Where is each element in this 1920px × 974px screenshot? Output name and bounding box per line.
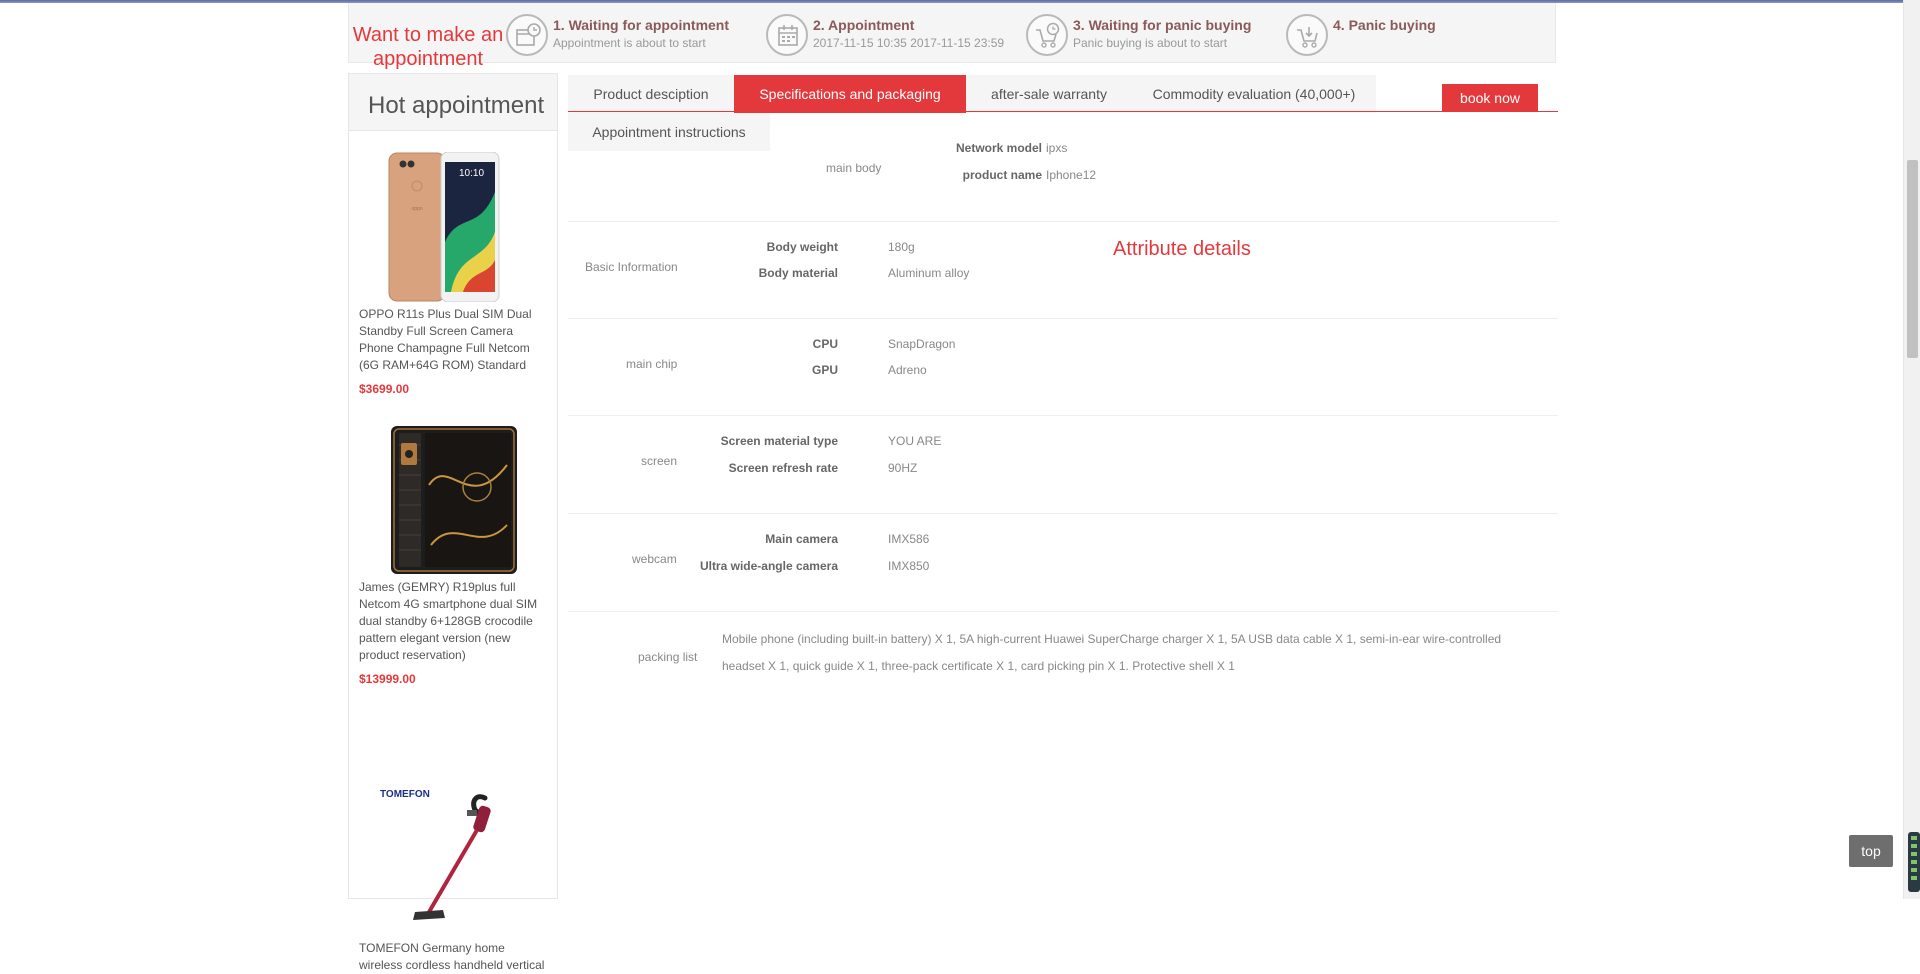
attr-group-main-body: main body Network model ipxs product nam…: [568, 116, 1558, 222]
svg-text:oppo: oppo: [411, 206, 422, 212]
product-price: $13999.00: [359, 672, 416, 686]
attr-value: IMX850: [888, 559, 930, 573]
attr-key: Ultra wide-angle camera: [699, 559, 838, 573]
attr-group-name: main body: [826, 161, 882, 175]
product-name[interactable]: James (GEMRY) R19plus full Netcom 4G sma…: [359, 579, 549, 664]
product-image[interactable]: TOMEFON: [359, 786, 549, 936]
tab-underline: [568, 111, 1558, 112]
attr-group-name: webcam: [632, 552, 677, 566]
sidebar-header: Hot appointment: [349, 73, 557, 131]
svg-text:10:10: 10:10: [459, 168, 484, 179]
step-title: 1. Waiting for appointment: [553, 17, 730, 33]
attr-group-basic-information: Basic Information Body weight 180g Body …: [568, 222, 1558, 319]
attr-group-webcam: webcam Main camera IMX586 Ultra wide-ang…: [568, 514, 1558, 612]
appointment-progress-bar: Want to make an appointment 1. Waiting f…: [348, 3, 1556, 70]
attr-group-main-chip: main chip CPU SnapDragon GPU Adreno: [568, 319, 1558, 416]
attr-group-screen: screen Screen material type YOU ARE Scre…: [568, 416, 1558, 514]
back-to-top-button[interactable]: top: [1849, 835, 1893, 867]
sidebar-title: Hot appointment: [368, 92, 545, 119]
cart-download-icon: [1286, 14, 1328, 56]
step-desc: 2017-11-15 10:35 2017-11-15 23:59: [813, 36, 1005, 50]
tab-specifications-packaging[interactable]: Specifications and packaging: [734, 75, 966, 113]
appointment-title: Want to make an appointment: [352, 24, 504, 70]
packing-list-text: Mobile phone (including built-in battery…: [722, 632, 1502, 673]
scrollbar-thumb[interactable]: [1907, 160, 1918, 358]
attr-key: Screen material type: [720, 434, 838, 448]
hot-appointment-sidebar: Hot appointment oppo 10:10 OPPO R11s Plu…: [348, 73, 558, 972]
attr-key: Screen refresh rate: [728, 461, 838, 475]
packing-list-label: packing list: [638, 650, 698, 664]
tab-commodity-evaluation[interactable]: Commodity evaluation (40,000+): [1132, 75, 1376, 113]
attr-key: CPU: [812, 337, 838, 351]
product-price: $3699.00: [359, 382, 410, 396]
step-title: 4. Panic buying: [1333, 17, 1436, 33]
attr-key: GPU: [811, 363, 838, 377]
attr-key: Main camera: [765, 532, 838, 546]
attr-value: ipxs: [1046, 141, 1068, 155]
step-desc: Panic buying is about to start: [1073, 36, 1228, 50]
calendar-icon: [766, 14, 808, 56]
product-card[interactable]: James (GEMRY) R19plus full Netcom 4G sma…: [359, 425, 549, 686]
page-scrollbar[interactable]: [1903, 0, 1920, 899]
attr-value: Aluminum alloy: [888, 266, 970, 280]
attr-value: SnapDragon: [888, 337, 956, 351]
attr-group-name: screen: [641, 454, 678, 468]
attr-group-name: main chip: [626, 357, 678, 371]
attr-value: IMX586: [888, 532, 930, 546]
step-title: 2. Appointment: [813, 17, 915, 33]
book-now-button[interactable]: book now: [1442, 84, 1538, 111]
clock-calendar-icon: [506, 14, 548, 56]
product-name[interactable]: TOMEFON Germany home wireless cordless h…: [359, 940, 549, 974]
product-card[interactable]: TOMEFON TOMEFON Germany home wireless co…: [359, 786, 549, 974]
attr-value: Iphone12: [1046, 168, 1097, 182]
cart-clock-icon: [1026, 14, 1068, 56]
product-image[interactable]: oppo 10:10: [359, 151, 549, 303]
attr-key: Body material: [758, 266, 838, 280]
step-desc: Appointment is about to start: [553, 36, 706, 50]
attr-key: Network model: [955, 141, 1042, 155]
product-image[interactable]: [359, 425, 549, 575]
attr-value: Adreno: [888, 363, 927, 377]
attr-group-name: Basic Information: [585, 260, 678, 274]
attr-key: Body weight: [766, 240, 838, 254]
product-brand-logo: TOMEFON: [380, 789, 430, 800]
widget-handle-icon[interactable]: [1908, 832, 1920, 892]
attr-key: product name: [962, 168, 1042, 182]
product-name[interactable]: OPPO R11s Plus Dual SIM Dual Standby Ful…: [359, 306, 549, 374]
tab-after-sale-warranty[interactable]: after-sale warranty: [966, 75, 1132, 113]
step-title: 3. Waiting for panic buying: [1073, 17, 1252, 33]
product-card[interactable]: oppo 10:10 OPPO R11s Plus Dual SIM Dual …: [359, 151, 549, 396]
tab-product-description[interactable]: Product desciption: [568, 75, 734, 113]
attr-value: 180g: [888, 240, 915, 254]
attr-value: 90HZ: [888, 461, 918, 475]
attr-value: YOU ARE: [888, 434, 942, 448]
